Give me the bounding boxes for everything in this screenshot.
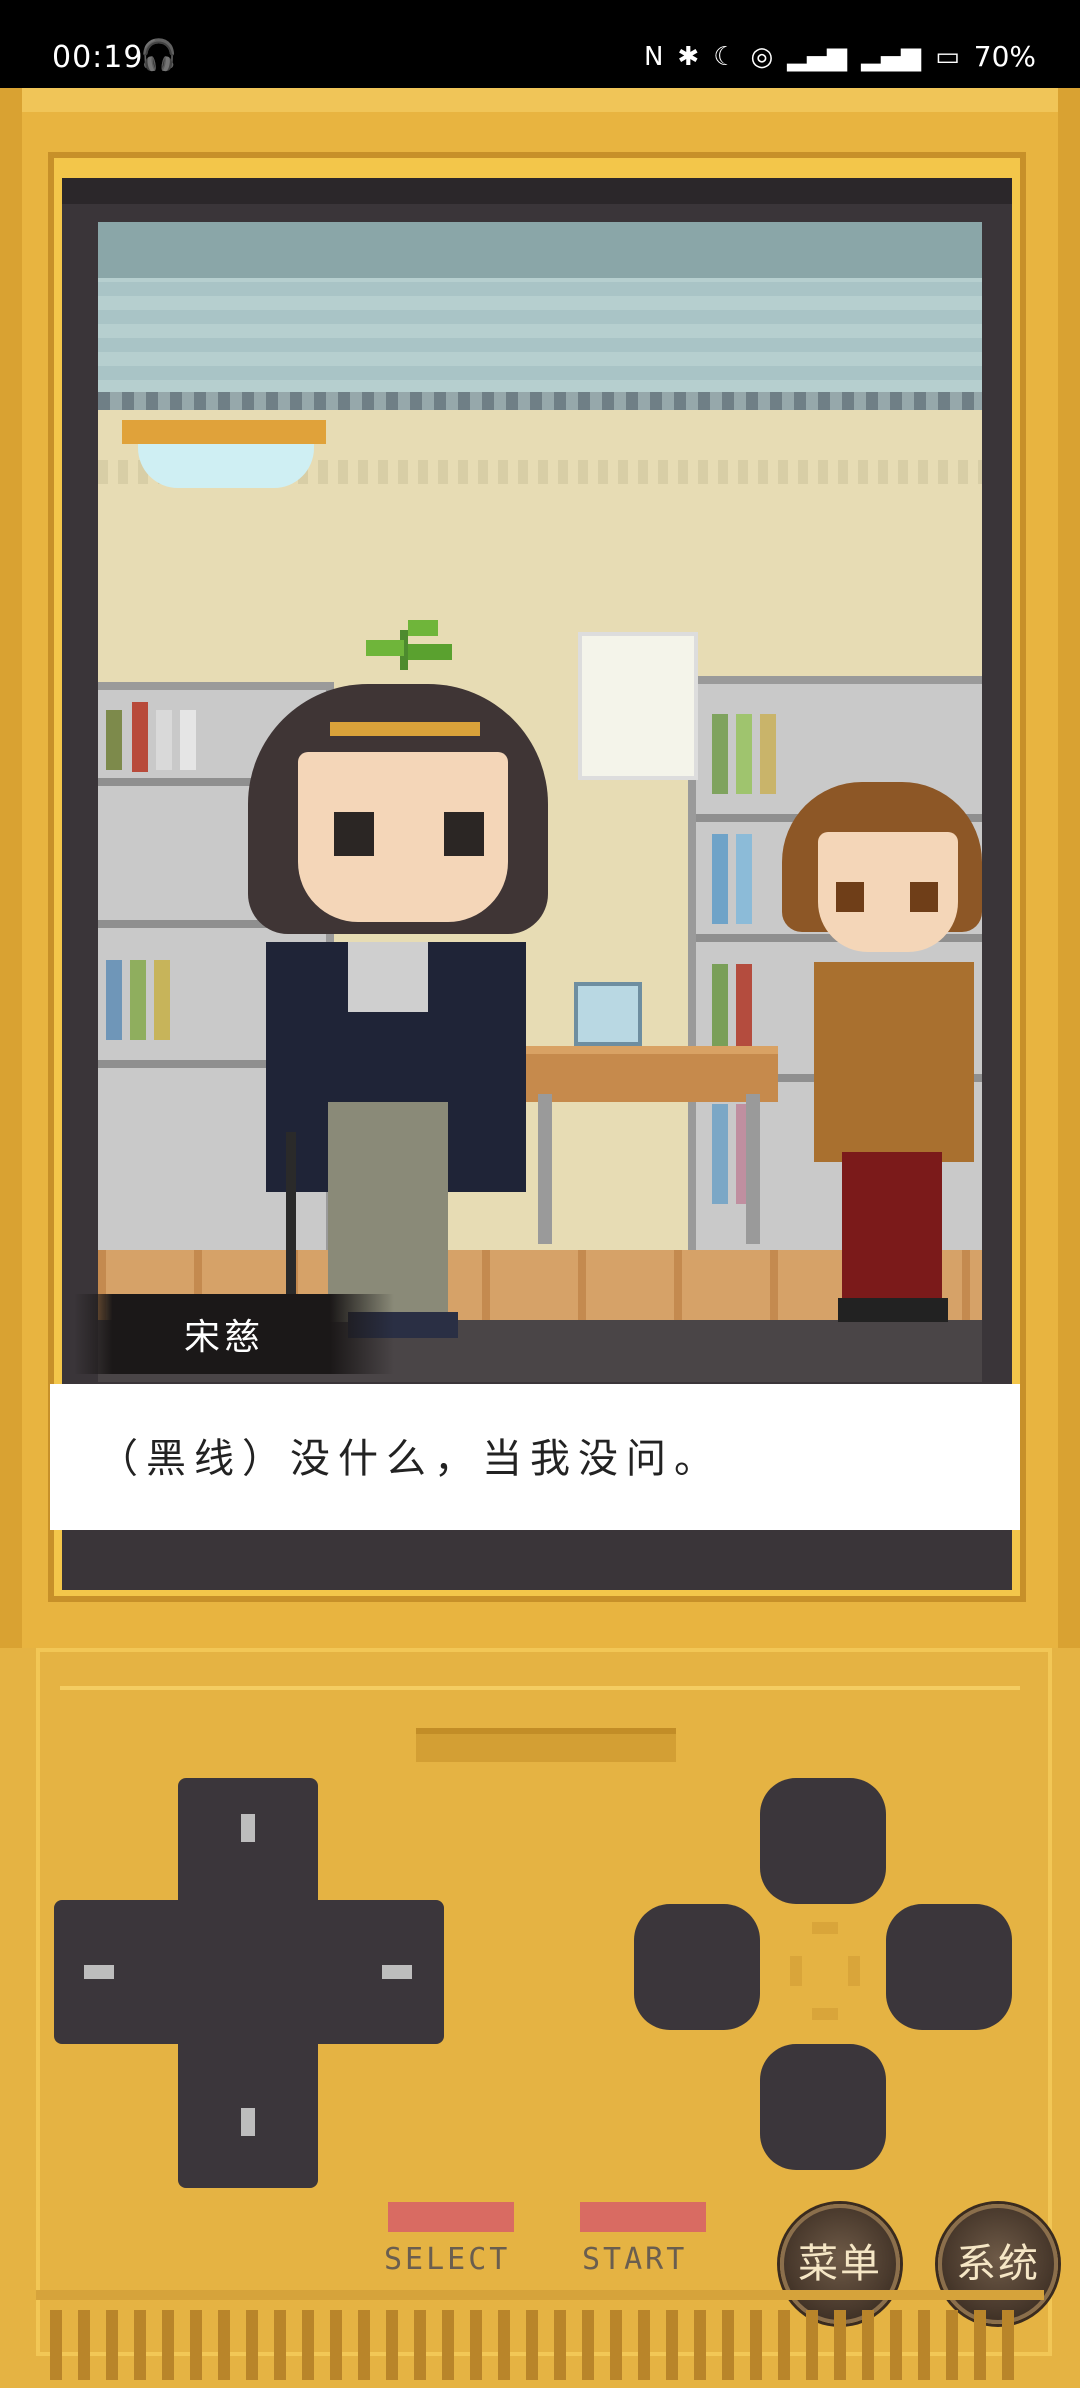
character-songci-pants — [328, 1102, 448, 1322]
speaker-grill — [50, 2310, 1030, 2380]
character-companion-shoes — [838, 1298, 948, 1322]
action-button-left[interactable] — [634, 1904, 760, 2030]
character-companion-coat — [814, 962, 974, 1162]
dpad-up-button[interactable] — [178, 1778, 318, 1900]
speaker-name: 宋慈 — [183, 1317, 264, 1358]
sprout-icon — [346, 610, 466, 670]
signal-5g-icon: ▂▄▆ — [787, 41, 848, 72]
console-seam — [60, 1686, 1020, 1690]
pen-cup — [574, 982, 642, 1046]
start-button[interactable] — [580, 2202, 706, 2232]
ceiling-shade — [98, 222, 982, 278]
dpad-left-mark — [84, 1965, 114, 1979]
ceiling-edge — [98, 392, 982, 410]
console-rim-top — [0, 88, 1080, 112]
console-rim-right — [1058, 88, 1080, 1648]
action-button-bottom[interactable] — [760, 2044, 886, 2170]
bluetooth-icon: ✱ — [677, 41, 700, 72]
character-songci-eye — [334, 812, 374, 856]
character-songci-headband — [330, 722, 480, 736]
dpad-down-mark — [241, 2108, 255, 2136]
dpad-left-button[interactable] — [54, 1900, 178, 2044]
menu-button[interactable]: 菜单 — [780, 2204, 900, 2324]
hotspot-icon: ◎ — [750, 41, 774, 72]
console-lower: SELECT START 菜单 系统 — [0, 1648, 1080, 2388]
desk-leg — [538, 1094, 552, 1244]
select-button[interactable] — [388, 2202, 514, 2232]
moon-icon: ☾ — [713, 41, 737, 72]
action-button-top[interactable] — [760, 1778, 886, 1904]
dpad-right-mark — [382, 1965, 412, 1979]
grill-band — [36, 2290, 1044, 2300]
bezel-shadow — [62, 178, 1012, 204]
dpad-down-button[interactable] — [178, 2044, 318, 2188]
speaker-slot — [416, 1728, 676, 1762]
battery-icon: ▭ — [935, 41, 960, 72]
headphones-icon: 🎧 — [140, 38, 178, 73]
character-songci-collar — [348, 942, 428, 1012]
desk-leg — [746, 1094, 760, 1244]
dpad-up-mark — [241, 1814, 255, 1842]
desk — [518, 1046, 778, 1102]
select-label: SELECT — [384, 2242, 511, 2277]
system-button-label: 系统 — [956, 2241, 1040, 2287]
battery-percent: 70% — [973, 40, 1036, 73]
dialogue-text: （黑线）没什么，当我没问。 — [98, 1436, 722, 1482]
game-viewport[interactable] — [98, 222, 982, 1382]
lamp-glow — [138, 444, 314, 488]
wall-paper — [578, 632, 698, 780]
app-root: 00:19 🎧 N ✱ ☾ ◎ ▂▄▆ ▂▄▆ ▭ 70% 宋慈 （黑线）没什么… — [0, 0, 1080, 2388]
ceiling-lamp — [122, 420, 326, 444]
dpad-right-button[interactable] — [318, 1900, 444, 2044]
character-songci-eye — [444, 812, 484, 856]
character-companion-eye — [910, 882, 938, 912]
nfc-icon: N — [643, 41, 664, 72]
status-bar: 00:19 🎧 N ✱ ☾ ◎ ▂▄▆ ▂▄▆ ▭ 70% — [0, 0, 1080, 88]
abxy-center-mark — [790, 1916, 860, 2026]
signal-4g-icon: ▂▄▆ — [861, 41, 922, 72]
speaker-nametag: 宋慈 — [74, 1294, 394, 1374]
menu-button-label: 菜单 — [798, 2241, 882, 2287]
character-companion-eye — [836, 882, 864, 912]
status-icons: N ✱ ☾ ◎ ▂▄▆ ▂▄▆ ▭ 70% — [644, 40, 1036, 73]
dialogue-box[interactable]: （黑线）没什么，当我没问。 — [50, 1384, 1020, 1530]
system-button[interactable]: 系统 — [938, 2204, 1058, 2324]
console-rim-left — [0, 88, 22, 1648]
character-companion-pants — [842, 1152, 942, 1302]
action-button-right[interactable] — [886, 1904, 1012, 2030]
clock: 00:19 — [52, 40, 144, 75]
start-label: START — [582, 2242, 688, 2277]
